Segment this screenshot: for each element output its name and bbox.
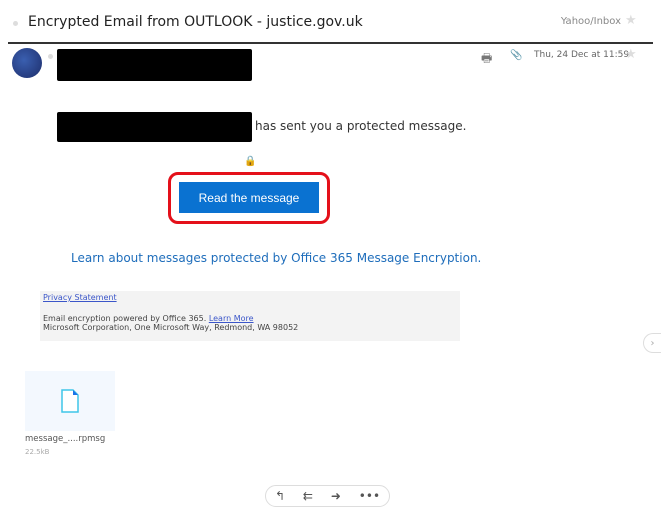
file-icon: [61, 389, 79, 413]
print-icon[interactable]: 🖶: [481, 49, 492, 70]
lock-icon: 🔒: [244, 156, 257, 167]
redacted-sender: [57, 49, 252, 81]
action-bar: ↰ ⇇ ➜ •••: [265, 485, 390, 507]
body-text: has sent you a protected message.: [255, 119, 467, 133]
message-date: Thu, 24 Dec at 11:59: [534, 50, 630, 60]
unread-dot: [13, 21, 18, 26]
redacted-sender-name: [57, 112, 252, 142]
address-text: Microsoft Corporation, One Microsoft Way…: [43, 323, 299, 332]
highlight-box: Read the message: [168, 172, 330, 224]
star-icon[interactable]: ★: [625, 47, 637, 62]
learn-link[interactable]: Learn about messages protected by Office…: [71, 251, 481, 265]
folder-label[interactable]: Yahoo/Inbox: [561, 16, 621, 27]
more-icon[interactable]: •••: [359, 489, 380, 503]
learn-more-link[interactable]: Learn More: [209, 314, 254, 323]
star-icon[interactable]: ★: [625, 13, 637, 28]
attachment-size: 22.5kB: [25, 448, 50, 456]
sender-avatar: [12, 48, 42, 78]
read-message-button[interactable]: Read the message: [179, 182, 319, 213]
privacy-link[interactable]: Privacy Statement: [43, 293, 117, 302]
divider: [8, 42, 653, 44]
reply-all-icon[interactable]: ⇇: [303, 489, 313, 503]
attachment-icon: 📎: [510, 50, 523, 61]
forward-icon[interactable]: ➜: [331, 489, 341, 503]
attachment-name[interactable]: message_....rpmsg: [25, 434, 105, 444]
status-dot: [48, 54, 53, 59]
attachment-tile[interactable]: [25, 371, 115, 431]
powered-text: Email encryption powered by Office 365.: [43, 314, 207, 323]
reply-icon[interactable]: ↰: [275, 489, 285, 503]
footer: Privacy Statement Email encryption power…: [40, 291, 460, 341]
next-arrow-icon[interactable]: ›: [643, 333, 661, 353]
email-subject: Encrypted Email from OUTLOOK - justice.g…: [28, 14, 363, 30]
